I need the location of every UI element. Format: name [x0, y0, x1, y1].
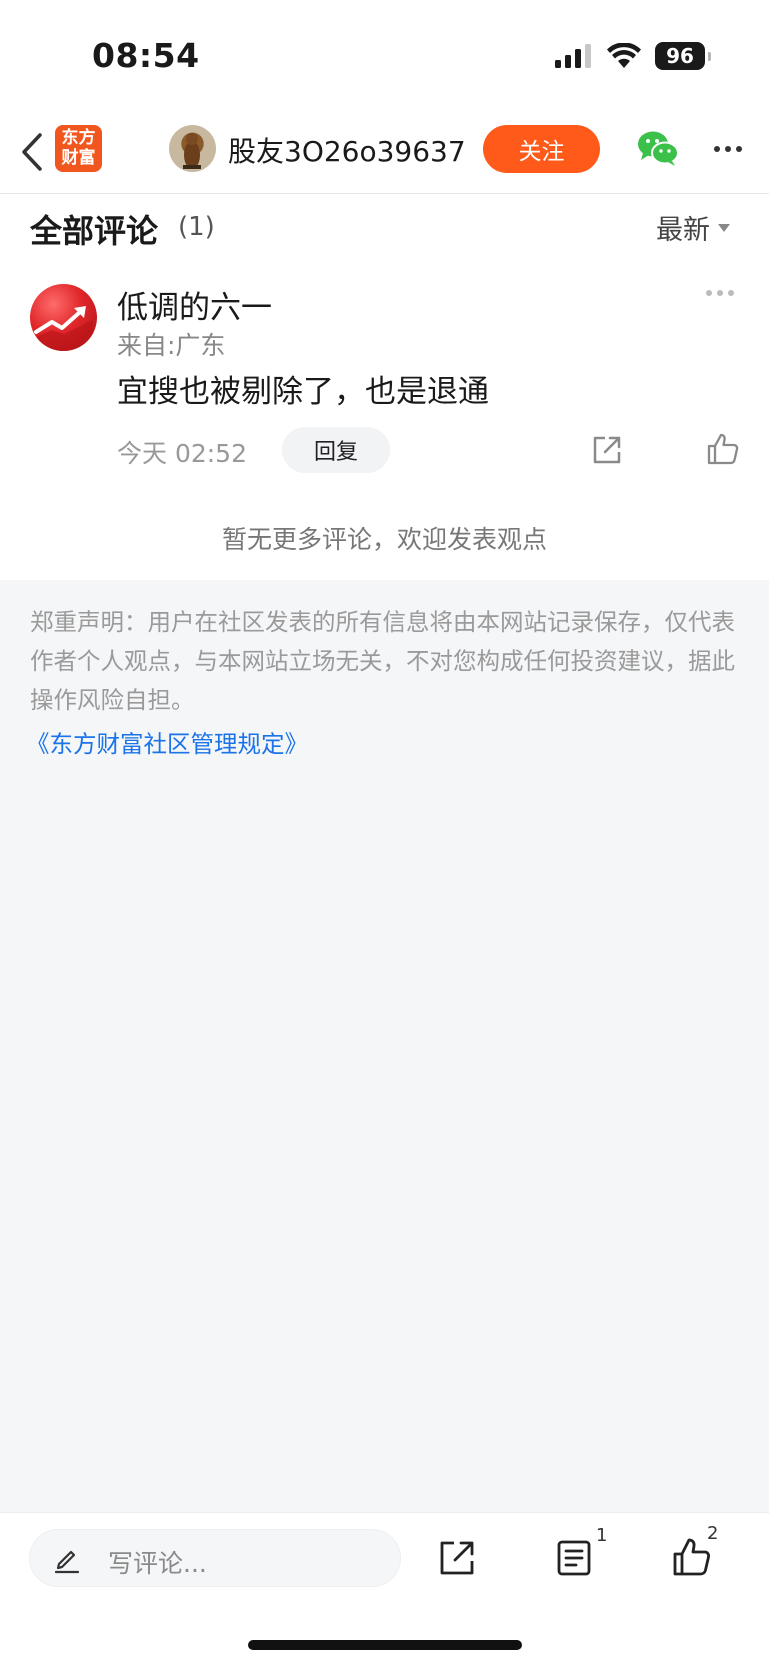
logo-line-2: 财富 — [61, 148, 96, 168]
author-avatar-image — [183, 133, 201, 169]
comments-title: 全部评论 — [30, 212, 159, 250]
author-username[interactable]: 股友3O26o39637 — [228, 130, 466, 170]
wechat-icon — [638, 131, 679, 166]
pencil-icon — [54, 1550, 80, 1574]
wifi-icon — [607, 43, 641, 68]
more-icon[interactable] — [708, 132, 748, 166]
status-time: 08:54 — [92, 36, 200, 75]
status-bar: 08:54 96 — [0, 0, 769, 110]
eastmoney-logo[interactable]: 东方 财富 — [55, 125, 102, 172]
comment-text: 宜搜也被剔除了，也是退通 — [117, 374, 489, 410]
battery-level: 96 — [666, 44, 694, 68]
comment-input-placeholder: 写评论... — [108, 1549, 207, 1578]
comment-like-button[interactable] — [706, 432, 740, 466]
reply-button[interactable]: 回复 — [282, 427, 390, 473]
share-icon — [440, 1541, 474, 1575]
back-icon — [22, 133, 42, 171]
logo-line-1: 东方 — [61, 128, 96, 148]
comment-more-icon[interactable] — [706, 290, 734, 296]
comment-share-button[interactable] — [591, 434, 623, 466]
commenter-avatar[interactable] — [30, 284, 97, 351]
sort-dropdown[interactable]: 最新 — [656, 208, 730, 247]
post-header: 东方 财富 股友3O26o39637 关注 — [0, 110, 769, 194]
author-avatar[interactable] — [169, 125, 216, 172]
thumbs-up-icon — [673, 1538, 710, 1576]
like-button[interactable] — [672, 1537, 712, 1577]
sort-label: 最新 — [656, 215, 710, 246]
share-icon — [593, 436, 621, 464]
disclaimer-text: 郑重声明：用户在社区发表的所有信息将由本网站记录保存，仅代表作者个人观点，与本网… — [30, 608, 735, 714]
comment-time: 今天 02:52 — [117, 439, 247, 468]
commenter-name[interactable]: 低调的六一 — [117, 282, 272, 327]
comment-location: 来自:广东 — [117, 331, 226, 360]
back-button[interactable] — [14, 130, 50, 174]
thumbs-up-icon — [707, 433, 739, 465]
comment-input[interactable]: 写评论... — [29, 1529, 401, 1587]
comment-list-button[interactable] — [555, 1539, 593, 1577]
battery-icon: 96 — [655, 42, 711, 70]
community-rules-link[interactable]: 《东方财富社区管理规定》 — [26, 725, 308, 759]
commenter-avatar-image — [34, 306, 93, 351]
comments-count: (1) — [178, 212, 215, 242]
share-button[interactable] — [438, 1539, 476, 1577]
comment-count-badge: 1 — [596, 1525, 608, 1546]
follow-button[interactable]: 关注 — [483, 125, 600, 173]
no-more-comments-text: 暂无更多评论，欢迎发表观点 — [221, 525, 547, 554]
status-icons: 96 — [555, 42, 711, 70]
caret-down-icon — [718, 223, 730, 232]
comments-section: 全部评论 (1) 最新 低调的六一 来自:广东 宜搜也被剔除了，也是退通 今天 … — [0, 194, 769, 580]
signal-icon — [555, 44, 591, 68]
home-indicator[interactable] — [248, 1640, 522, 1650]
comment-list-icon — [557, 1540, 591, 1576]
like-count-badge: 2 — [707, 1523, 719, 1544]
wechat-share-button[interactable] — [636, 128, 680, 168]
